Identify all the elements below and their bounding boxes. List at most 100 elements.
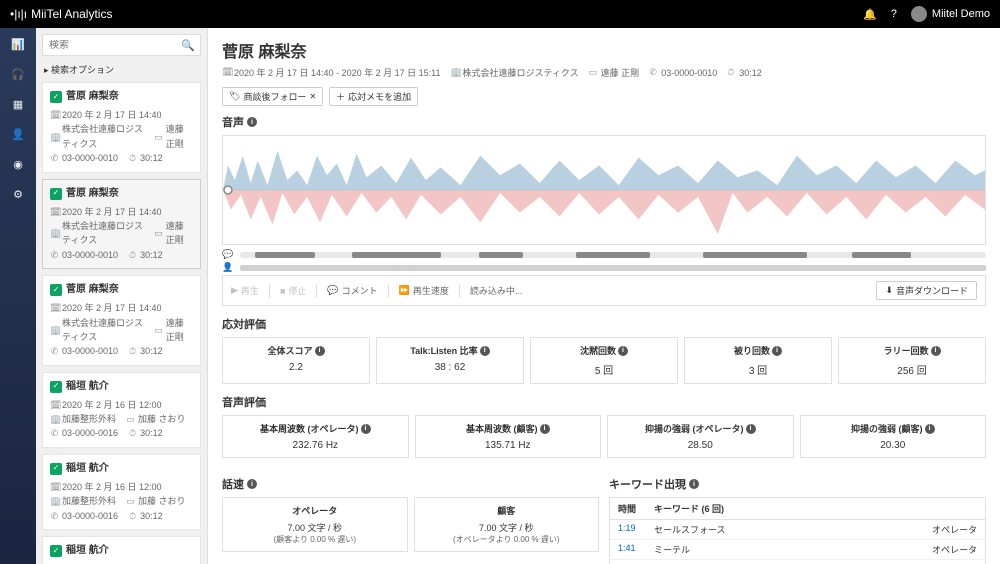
phone-icon: ✆	[50, 151, 59, 165]
nav-grid-icon[interactable]: ▦	[10, 96, 26, 112]
kw-time[interactable]: 1:41	[618, 543, 654, 556]
download-button[interactable]: ⬇ 音声ダウンロード	[876, 281, 977, 300]
card-name: 菅原 麻梨奈	[66, 89, 119, 105]
eval-metrics: 全体スコアi2.2 Talk:Listen 比率i38 : 62 沈黙回数i5 …	[222, 337, 986, 384]
keyword-row[interactable]: 6:03キーワードオペレータ	[610, 560, 985, 564]
timeline-bar-1[interactable]	[240, 252, 986, 258]
phone-icon: ✆	[50, 248, 59, 262]
calendar-icon: 🗓	[50, 205, 59, 219]
calendar-icon: 🗓	[50, 480, 59, 494]
info-icon[interactable]: i	[315, 346, 325, 356]
info-icon[interactable]: i	[772, 346, 782, 356]
info-icon[interactable]: i	[480, 346, 490, 356]
kw-time[interactable]: 1:19	[618, 523, 654, 536]
nav-chart-icon[interactable]: 📊	[10, 36, 26, 52]
user-menu[interactable]: Miitel Demo	[911, 6, 990, 22]
help-icon[interactable]: ?	[891, 8, 897, 20]
call-card[interactable]: ✓稲垣 航介 🗓2020 年 2 月 16 日 12:00 🏢加藤整形外科▭加藤…	[42, 454, 201, 530]
speed-button[interactable]: ⏩ 再生速度	[399, 284, 449, 297]
phone-icon: ✆	[50, 509, 59, 523]
speed-op: オペレータ 7.00 文字 / 秒 (顧客より 0.00 % 遅い)	[222, 497, 408, 552]
stop-button[interactable]: ■ 停止	[280, 284, 306, 297]
clock-icon: ⏱	[128, 344, 137, 358]
clock-icon: ⏱	[727, 67, 736, 78]
add-memo-label: 応対メモを追加	[348, 90, 411, 103]
header-meta: 🗓2020 年 2 月 17 日 14:40 - 2020 年 2 月 17 日…	[222, 66, 986, 79]
waveform[interactable]	[222, 135, 986, 245]
phone-icon: ✆	[50, 426, 59, 440]
audio-controls: ▶ 再生 ■ 停止 💬 コメント ⏩ 再生速度 読み込み中... ⬇ 音声ダウン…	[222, 275, 986, 306]
card-name: 稲垣 航介	[66, 461, 109, 477]
search-input[interactable]	[49, 40, 181, 51]
calendar-icon: 🗓	[50, 108, 59, 122]
nav-user-icon[interactable]: 👤	[10, 126, 26, 142]
call-card[interactable]: ✓菅原 麻梨奈 🗓2020 年 2 月 17 日 14:40 🏢株式会社遠藤ロジ…	[42, 275, 201, 366]
phone: 03-0000-0010	[661, 68, 717, 78]
call-card[interactable]: ✓稲垣 航介 🗓2020 年 2 月 16 日 12:00 🏢加藤整形外科▭加藤…	[42, 536, 201, 564]
check-icon: ✓	[50, 91, 62, 103]
check-icon: ✓	[50, 284, 62, 296]
search-box[interactable]: 🔍	[42, 34, 201, 56]
card-icon: ▭	[589, 67, 598, 78]
card-icon: ▭	[126, 412, 135, 426]
card-name: 稲垣 航介	[66, 543, 109, 559]
metric-int-cu: 抑揚の強弱 (顧客)i20.30	[800, 415, 987, 458]
info-icon[interactable]: i	[247, 117, 257, 127]
close-icon[interactable]: ✕	[309, 92, 316, 101]
metric-silence: 沈黙回数i5 回	[530, 337, 678, 384]
keyword-row[interactable]: 1:19セールスフォースオペレータ	[610, 520, 985, 540]
check-icon: ✓	[50, 381, 62, 393]
clock-icon: ⏱	[128, 151, 137, 165]
info-icon[interactable]: i	[925, 424, 935, 434]
sidebar: 🔍 ▸ 検索オプション ✓菅原 麻梨奈 🗓2020 年 2 月 17 日 14:…	[36, 28, 208, 564]
keyword-row[interactable]: 1:41ミーテルオペレータ	[610, 540, 985, 560]
comment-button[interactable]: 💬 コメント	[327, 284, 377, 297]
info-icon[interactable]: i	[361, 424, 371, 434]
search-options[interactable]: ▸ 検索オプション	[42, 60, 201, 82]
timeline-bar-2[interactable]	[240, 265, 986, 271]
info-icon[interactable]: i	[540, 424, 550, 434]
speed-cu: 顧客 7.00 文字 / 秒 (オペレータより 0.00 % 遅い)	[414, 497, 600, 552]
voice-eval-title: 音声評価	[222, 394, 986, 410]
kw-who: オペレータ	[927, 543, 977, 556]
check-icon: ✓	[50, 545, 62, 557]
clock-icon: ⏱	[128, 509, 137, 523]
metric-score: 全体スコアi2.2	[222, 337, 370, 384]
nav-dashboard-icon[interactable]: ◉	[10, 156, 26, 172]
metric-int-op: 抑揚の強弱 (オペレータ)i28.50	[607, 415, 794, 458]
phone-icon: ✆	[649, 67, 658, 78]
info-icon[interactable]: i	[746, 424, 756, 434]
add-memo-button[interactable]: ＋ 応対メモを追加	[329, 87, 418, 106]
nav-headset-icon[interactable]: 🎧	[10, 66, 26, 82]
duration: 30:12	[739, 68, 762, 78]
metric-overlap: 被り回数i3 回	[684, 337, 832, 384]
search-icon[interactable]: 🔍	[181, 39, 195, 52]
phone-icon: ✆	[50, 344, 59, 358]
bell-icon[interactable]: 🔔	[863, 8, 877, 21]
call-card[interactable]: ✓菅原 麻梨奈 🗓2020 年 2 月 17 日 14:40 🏢株式会社遠藤ロジ…	[42, 179, 201, 270]
play-button[interactable]: ▶ 再生	[231, 284, 259, 297]
kw-who: オペレータ	[927, 523, 977, 536]
user-name: Miitel Demo	[932, 8, 990, 20]
call-card[interactable]: ✓稲垣 航介 🗓2020 年 2 月 16 日 12:00 🏢加藤整形外科▭加藤…	[42, 372, 201, 448]
voice-metrics: 基本周波数 (オペレータ)i232.76 Hz 基本周波数 (顧客)i135.7…	[222, 415, 986, 458]
kw-word: セールスフォース	[654, 523, 927, 536]
clock-icon: ⏱	[128, 248, 137, 262]
content: 菅原 麻梨奈 🗓2020 年 2 月 17 日 14:40 - 2020 年 2…	[208, 28, 1000, 564]
topbar-right: 🔔 ? Miitel Demo	[863, 6, 990, 22]
call-card[interactable]: ✓菅原 麻梨奈 🗓2020 年 2 月 17 日 14:40 🏢株式会社遠藤ロジ…	[42, 82, 201, 173]
metric-f0-cu: 基本周波数 (顧客)i135.71 Hz	[415, 415, 602, 458]
calendar-icon: 🗓	[50, 301, 59, 315]
timeline-cu: 👤	[222, 262, 986, 273]
check-icon: ✓	[50, 188, 62, 200]
tag-item[interactable]: 🏷 商談後フォロー ✕	[222, 87, 323, 106]
building-icon: 🏢	[50, 323, 59, 337]
eval-section-title: 応対評価	[222, 316, 986, 332]
check-icon: ✓	[50, 463, 62, 475]
nav-gear-icon[interactable]: ⚙	[10, 186, 26, 202]
info-icon[interactable]: i	[931, 346, 941, 356]
info-icon[interactable]: i	[247, 479, 257, 489]
info-icon[interactable]: i	[618, 346, 628, 356]
info-icon[interactable]: i	[689, 479, 699, 489]
card-icon: ▭	[154, 130, 163, 144]
